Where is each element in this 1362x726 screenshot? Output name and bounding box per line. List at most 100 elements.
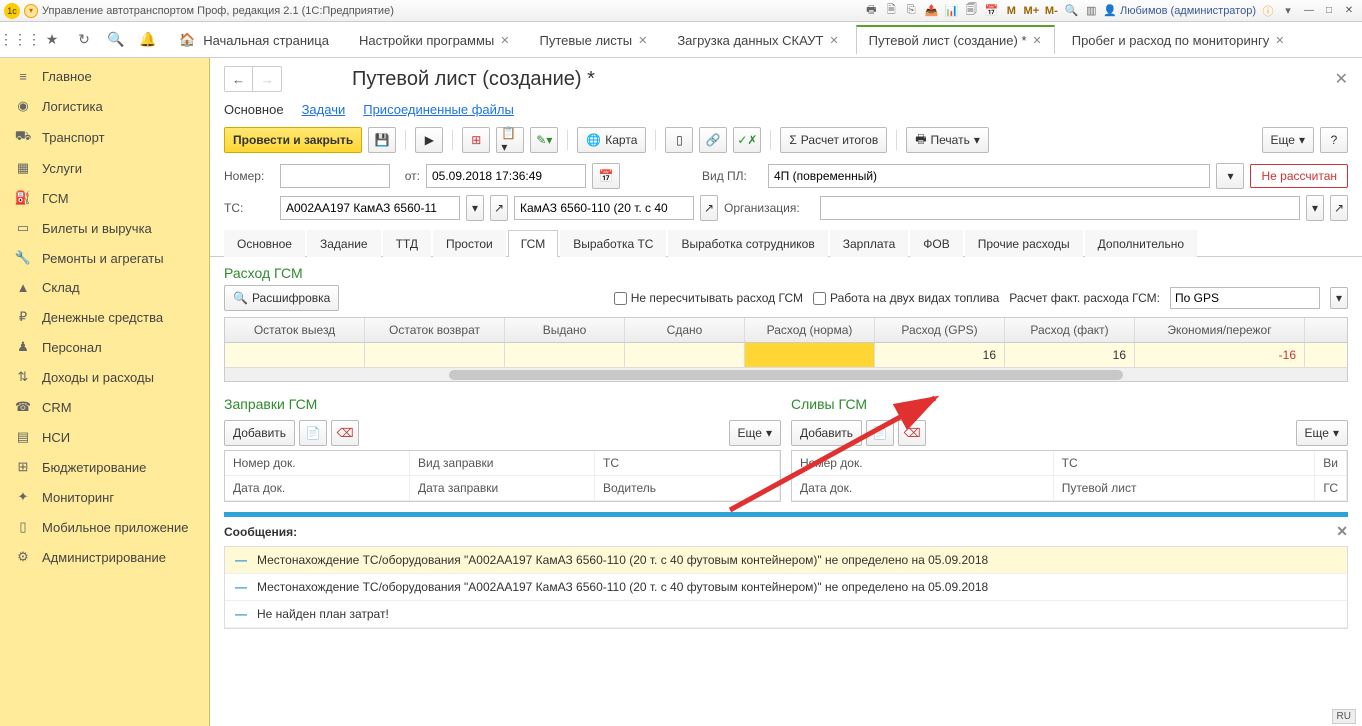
inner-tab[interactable]: Задание xyxy=(307,230,381,257)
message-row[interactable]: —Местонахождение ТС/оборудования "А002АА… xyxy=(225,547,1347,574)
page-close-button[interactable]: ✕ xyxy=(1335,69,1348,89)
calendar-icon[interactable]: 📅 xyxy=(983,3,999,19)
dropdown-icon[interactable]: ▾ xyxy=(1330,287,1348,309)
open-icon[interactable]: ↗ xyxy=(490,195,508,221)
calc-mode-select[interactable] xyxy=(1170,287,1320,309)
sidebar-item-0[interactable]: ≡Главное xyxy=(0,62,209,91)
number-input[interactable] xyxy=(280,164,390,188)
inner-tab[interactable]: Прочие расходы xyxy=(965,230,1083,257)
delete-icon[interactable]: ⌫ xyxy=(331,420,359,446)
close-icon[interactable]: ✕ xyxy=(638,34,647,47)
calendar-icon[interactable]: 📅 xyxy=(592,163,620,189)
date-input[interactable] xyxy=(426,164,586,188)
subnav-files[interactable]: Присоединенные файлы xyxy=(363,102,514,117)
grid-cell[interactable]: 16 xyxy=(1005,343,1135,367)
user-label[interactable]: 👤Любимов (администратор) xyxy=(1103,4,1256,17)
m-minus-button[interactable]: M- xyxy=(1043,3,1059,19)
open-icon[interactable]: ↗ xyxy=(1330,195,1348,221)
inner-tab[interactable]: Выработка ТС xyxy=(560,230,666,257)
app-menu-drop[interactable]: ▾ xyxy=(24,4,38,18)
sidebar-item-6[interactable]: 🔧Ремонты и агрегаты xyxy=(0,243,209,273)
check-icon[interactable]: ✓✗ xyxy=(733,127,761,153)
subnav-main[interactable]: Основное xyxy=(224,102,284,117)
grid-cell[interactable]: 16 xyxy=(875,343,1005,367)
dropdown-icon[interactable]: ▾ xyxy=(1280,3,1296,19)
sidebar-item-9[interactable]: ♟Персонал xyxy=(0,332,209,362)
close-icon[interactable]: ✕ xyxy=(1275,34,1284,47)
info-icon[interactable]: ⓘ xyxy=(1260,3,1276,19)
minimize-button[interactable]: — xyxy=(1300,3,1318,19)
print-button[interactable]: 🖶Печать▾ xyxy=(906,127,989,153)
inner-tab[interactable]: Основное xyxy=(224,230,305,257)
message-row[interactable]: —Местонахождение ТС/оборудования "А002АА… xyxy=(225,574,1347,601)
close-icon[interactable]: ✕ xyxy=(1033,34,1042,47)
sidebar-item-10[interactable]: ⇅Доходы и расходы xyxy=(0,362,209,392)
m-button[interactable]: M xyxy=(1003,3,1019,19)
tab-waybills[interactable]: Путевые листы✕ xyxy=(526,26,660,54)
sidebar-item-14[interactable]: ✦Мониторинг xyxy=(0,482,209,512)
grid-cell[interactable] xyxy=(625,343,745,367)
tool-icon[interactable]: 🗎 xyxy=(883,3,899,19)
grid-cell[interactable]: -16 xyxy=(1135,343,1305,367)
map-button[interactable]: 🌐Карта xyxy=(577,127,646,153)
decode-button[interactable]: 🔍Расшифровка xyxy=(224,285,339,311)
sidebar-item-15[interactable]: ▯Мобильное приложение xyxy=(0,512,209,542)
zoom-icon[interactable]: 🔍 xyxy=(1063,3,1079,19)
inner-tab[interactable]: ФОВ xyxy=(910,230,962,257)
tab-home[interactable]: 🏠 Начальная страница xyxy=(166,25,342,54)
drain-grid[interactable]: Номер док.ТСВи Дата док.Путевой листГС xyxy=(791,450,1348,502)
ts2-input[interactable] xyxy=(514,196,694,220)
apps-icon[interactable]: ⋮⋮⋮ xyxy=(6,26,34,54)
calc-button[interactable]: ΣРасчет итогов xyxy=(780,127,887,153)
copy-icon[interactable]: 📄 xyxy=(299,420,327,446)
subnav-tasks[interactable]: Задачи xyxy=(302,102,346,117)
tool-icon[interactable]: 🖶 xyxy=(863,3,879,19)
grid-cell[interactable] xyxy=(365,343,505,367)
delete-icon[interactable]: ⌫ xyxy=(898,420,926,446)
copy-icon[interactable]: 📄 xyxy=(866,420,894,446)
dropdown-icon[interactable]: ▾ xyxy=(1306,195,1324,221)
post-and-close-button[interactable]: Провести и закрыть xyxy=(224,127,362,153)
tab-mileage[interactable]: Пробег и расход по мониторингу✕ xyxy=(1059,26,1298,54)
inner-tab[interactable]: ГСМ xyxy=(508,230,559,257)
grid-cell[interactable] xyxy=(225,343,365,367)
more-button[interactable]: Еще▾ xyxy=(729,420,781,446)
tool-icon[interactable]: ⎘ xyxy=(903,3,919,19)
inner-tab[interactable]: Зарплата xyxy=(830,230,909,257)
panel-icon[interactable]: ▥ xyxy=(1083,3,1099,19)
sidebar-item-11[interactable]: ☎CRM xyxy=(0,392,209,422)
post-icon[interactable]: ▶ xyxy=(415,127,443,153)
no-recalc-checkbox[interactable]: Не пересчитывать расход ГСМ xyxy=(614,291,803,305)
close-icon[interactable]: ✕ xyxy=(500,34,509,47)
inner-tab[interactable]: Дополнительно xyxy=(1085,230,1197,257)
sidebar-item-8[interactable]: ₽Денежные средства xyxy=(0,302,209,332)
sidebar-item-16[interactable]: ⚙Администрирование xyxy=(0,542,209,572)
tool-icon[interactable]: 📤 xyxy=(923,3,939,19)
inner-tab[interactable]: Выработка сотрудников xyxy=(668,230,827,257)
close-icon[interactable]: ✕ xyxy=(829,34,838,47)
inner-tab[interactable]: Простои xyxy=(433,230,506,257)
open-icon[interactable]: ↗ xyxy=(700,195,718,221)
messages-close-button[interactable]: ✕ xyxy=(1336,523,1348,540)
tool-icon[interactable]: 📊 xyxy=(943,3,959,19)
link-icon[interactable]: 🔗 xyxy=(699,127,727,153)
refuel-grid[interactable]: Номер док.Вид заправкиТС Дата док.Дата з… xyxy=(224,450,781,502)
create-icon[interactable]: ✎▾ xyxy=(530,127,558,153)
sidebar-item-2[interactable]: ⛟Транспорт xyxy=(0,121,209,153)
more-button[interactable]: Еще▾ xyxy=(1262,127,1314,153)
add-button[interactable]: Добавить xyxy=(791,420,862,446)
tab-scout[interactable]: Загрузка данных СКАУТ✕ xyxy=(664,26,851,54)
close-button[interactable]: ✕ xyxy=(1340,3,1358,19)
doc-icon[interactable]: ▯ xyxy=(665,127,693,153)
message-row[interactable]: —Не найден план затрат! xyxy=(225,601,1347,628)
sidebar-item-12[interactable]: ▤НСИ xyxy=(0,422,209,452)
sidebar-item-7[interactable]: ▲Склад xyxy=(0,273,209,302)
history-icon[interactable]: ↻ xyxy=(70,26,98,54)
star-icon[interactable]: ★ xyxy=(38,26,66,54)
sidebar-item-13[interactable]: ⊞Бюджетирование xyxy=(0,452,209,482)
scrollbar[interactable] xyxy=(225,367,1347,381)
forward-button[interactable]: → xyxy=(253,67,281,91)
search-icon[interactable]: 🔍 xyxy=(102,26,130,54)
dropdown-icon[interactable]: ▾ xyxy=(1216,163,1244,189)
more-button[interactable]: Еще▾ xyxy=(1296,420,1348,446)
